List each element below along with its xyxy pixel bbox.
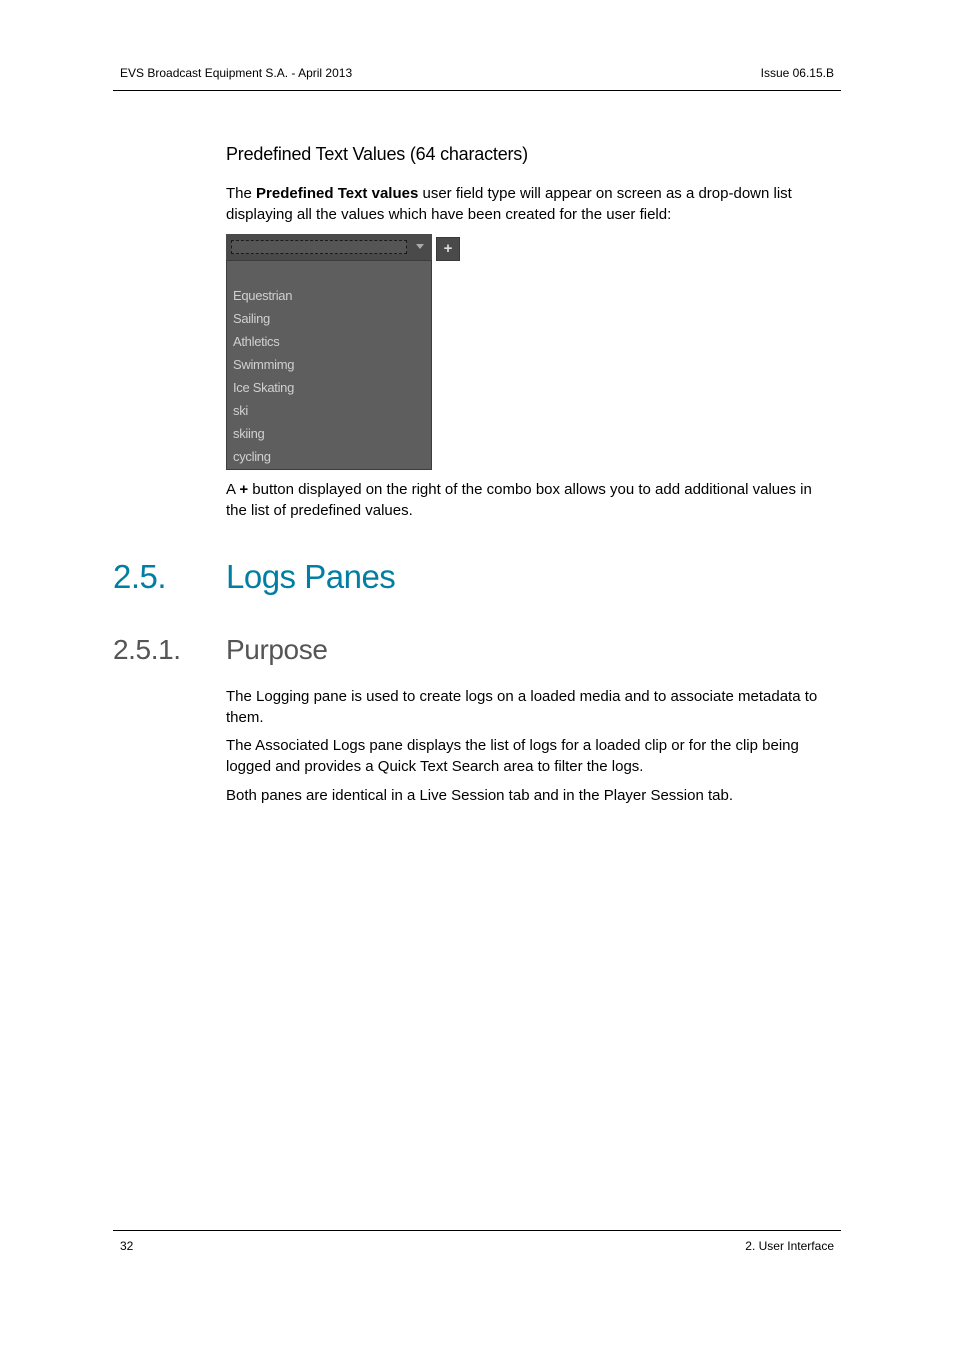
paragraph-purpose-1: The Logging pane is used to create logs … bbox=[226, 688, 818, 726]
after-text-bold: + bbox=[239, 481, 249, 498]
page-header: EVS Broadcast Equipment S.A. - April 201… bbox=[113, 66, 841, 91]
paragraph-purpose-2: The Associated Logs pane displays the li… bbox=[226, 737, 799, 775]
paragraph-plus-button: A + button displayed on the right of the… bbox=[226, 479, 836, 521]
page-number: 32 bbox=[120, 1239, 134, 1253]
dropdown-option[interactable]: cycling bbox=[233, 449, 271, 464]
section-title-purpose: Purpose bbox=[226, 634, 328, 665]
intro-text-bold: Predefined Text values bbox=[256, 185, 419, 202]
page-footer: 32 2. User Interface bbox=[113, 1230, 841, 1255]
footer-chapter: 2. User Interface bbox=[745, 1239, 834, 1253]
dropdown-option[interactable]: Athletics bbox=[233, 334, 280, 349]
header-company-date: EVS Broadcast Equipment S.A. - April 201… bbox=[120, 66, 353, 80]
after-text-prefix: A bbox=[226, 481, 240, 498]
paragraph-purpose-3: Both panes are identical in a Live Sessi… bbox=[226, 787, 733, 804]
dropdown-option[interactable]: Ice Skating bbox=[233, 380, 294, 395]
predefined-values-combo-screenshot: + Equestrian Sailing Athletics Swimmimg … bbox=[226, 234, 460, 470]
dropdown-list: Equestrian Sailing Athletics Swimmimg Ic… bbox=[226, 260, 432, 470]
section-number-logs-panes: 2.5. bbox=[113, 558, 167, 595]
combo-box[interactable] bbox=[226, 234, 432, 260]
header-issue: Issue 06.15.B bbox=[760, 66, 834, 80]
chevron-down-icon[interactable] bbox=[416, 244, 424, 249]
intro-text-prefix: The bbox=[226, 185, 257, 202]
after-text-suffix: button displayed on the right of the com… bbox=[226, 481, 812, 519]
heading-predefined-text-values: Predefined Text Values (64 characters) bbox=[226, 144, 528, 164]
dropdown-option[interactable]: skiing bbox=[233, 426, 265, 441]
add-value-button[interactable]: + bbox=[436, 237, 460, 261]
dropdown-option[interactable]: Sailing bbox=[233, 311, 270, 326]
section-number-purpose: 2.5.1. bbox=[113, 634, 181, 665]
paragraph-predefined-intro: The Predefined Text values user field ty… bbox=[226, 183, 836, 225]
dropdown-option[interactable]: Equestrian bbox=[233, 288, 292, 303]
dropdown-option[interactable]: ski bbox=[233, 403, 248, 418]
combo-input[interactable] bbox=[231, 240, 407, 254]
dropdown-option[interactable]: Swimmimg bbox=[233, 357, 294, 372]
section-title-logs-panes: Logs Panes bbox=[226, 558, 396, 595]
